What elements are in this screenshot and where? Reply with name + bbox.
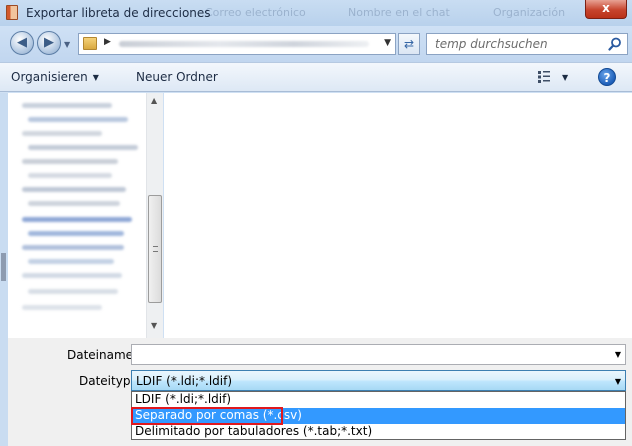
redacted-path — [119, 41, 369, 47]
search-icon[interactable] — [608, 37, 622, 51]
redacted-tree-item — [28, 289, 118, 294]
navigation-scrollbar[interactable]: ▲ ▼ — [146, 93, 163, 338]
option-label: LDIF (*.ldi;*.ldif) — [135, 392, 232, 406]
redacted-tree-item — [28, 145, 138, 150]
command-bar: Organisieren ▼ Neuer Ordner ▼ ? — [0, 62, 632, 92]
view-grid-icon[interactable] — [537, 70, 551, 84]
filetype-option-tab[interactable]: Delimitado por tabuladores (*.tab;*.txt) — [132, 424, 625, 440]
recent-pages-dropdown[interactable]: ▼ — [64, 40, 70, 49]
organize-menu-button[interactable]: Organisieren ▼ — [11, 70, 99, 84]
filename-input[interactable] — [132, 345, 602, 364]
close-icon: x — [602, 1, 610, 15]
new-folder-button[interactable]: Neuer Ordner — [136, 70, 218, 84]
forward-button[interactable]: ▶ — [37, 31, 61, 55]
filetype-select[interactable]: LDIF (*.ldi;*.ldif) ▼ — [131, 370, 626, 391]
filetype-label: Dateityp: — [79, 374, 135, 388]
view-options-dropdown-icon[interactable]: ▼ — [562, 73, 568, 82]
path-chevron-icon[interactable]: ▶ — [104, 37, 111, 47]
filetype-option-ldif[interactable]: LDIF (*.ldi;*.ldif) — [132, 392, 625, 408]
organize-label: Organisieren — [11, 70, 88, 84]
background-tab-email: Correo electrónico — [205, 6, 306, 19]
redacted-tree-item — [22, 187, 126, 192]
arrow-left-icon: ◀ — [17, 35, 27, 50]
redacted-tree-item — [22, 273, 122, 278]
chevron-down-icon: ▼ — [92, 73, 99, 82]
redacted-tree-item — [22, 159, 118, 164]
redacted-tree-item — [22, 131, 102, 136]
filetype-current-value: LDIF (*.ldi;*.ldif) — [136, 374, 233, 388]
option-label: Delimitado por tabuladores (*.tab;*.txt) — [135, 424, 373, 438]
search-box[interactable] — [426, 33, 628, 55]
filename-label: Dateiname: — [67, 348, 138, 362]
back-button[interactable]: ◀ — [10, 31, 34, 55]
filename-combobox[interactable]: ▼ — [131, 344, 626, 365]
highlight-frame — [131, 407, 283, 425]
address-path[interactable]: ▶ ▼ — [78, 33, 396, 55]
scroll-down-icon[interactable]: ▼ — [151, 321, 157, 330]
redacted-tree-item — [22, 305, 102, 310]
redacted-tree-item — [28, 117, 128, 122]
redacted-tree-item — [22, 217, 132, 222]
refresh-icon: ⇄ — [403, 37, 415, 51]
redacted-tree-item — [22, 103, 112, 108]
window-left-edge — [0, 93, 8, 446]
redacted-tree-item — [28, 231, 124, 236]
filetype-dropdown-icon[interactable]: ▼ — [615, 377, 621, 386]
scroll-up-icon[interactable]: ▲ — [151, 96, 157, 105]
redacted-tree-item — [28, 201, 120, 206]
address-book-icon — [6, 5, 18, 20]
folder-icon — [83, 37, 97, 50]
arrow-right-icon: ▶ — [44, 35, 54, 50]
background-tab-organization: Organización — [493, 6, 566, 19]
redacted-tree-item — [22, 245, 124, 250]
edge-marker — [1, 253, 6, 281]
refresh-button[interactable]: ⇄ — [398, 33, 420, 55]
address-bar-row: ◀ ▶ ▼ ▶ ▼ ⇄ — [0, 26, 632, 62]
scrollbar-thumb[interactable] — [148, 195, 162, 303]
address-dropdown-icon[interactable]: ▼ — [384, 38, 391, 48]
redacted-tree-item — [28, 259, 114, 264]
redacted-tree-item — [28, 173, 112, 178]
file-list-pane[interactable] — [164, 93, 632, 338]
background-tab-chat: Nombre en el chat — [348, 6, 450, 19]
title-bar: Correo electrónico Nombre en el chat Org… — [0, 0, 632, 26]
grip-icon — [153, 246, 158, 252]
window-title: Exportar libreta de direcciones — [26, 6, 211, 20]
close-button[interactable]: x — [585, 0, 627, 19]
filename-dropdown-icon[interactable]: ▼ — [615, 350, 621, 359]
help-icon[interactable]: ? — [598, 68, 616, 86]
search-input[interactable] — [427, 34, 605, 54]
filetype-option-csv[interactable]: Separado por comas (*.csv) — [131, 407, 625, 425]
navigation-pane[interactable] — [8, 93, 146, 338]
filetype-options-list: LDIF (*.ldi;*.ldif) Separado por comas (… — [131, 391, 626, 440]
